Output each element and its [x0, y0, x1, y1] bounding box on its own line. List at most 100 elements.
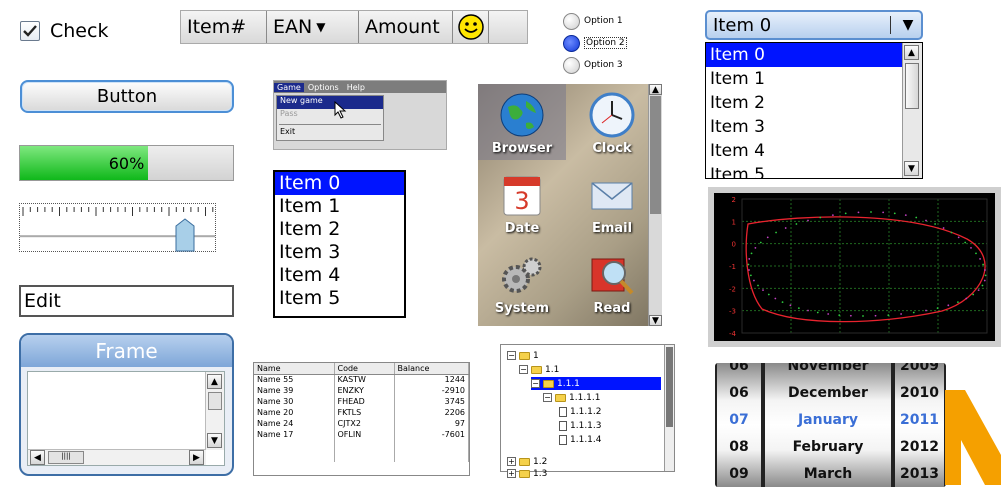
- tree-node[interactable]: 1.1.1.4: [559, 433, 602, 446]
- tree-node[interactable]: − 1.1: [519, 363, 559, 376]
- icon-clock[interactable]: Clock: [568, 84, 656, 160]
- tree-node[interactable]: 1.1.1.3: [559, 419, 602, 432]
- menu-help[interactable]: Help: [343, 83, 369, 92]
- year-option[interactable]: 2012: [895, 433, 944, 460]
- table-row[interactable]: Name 24 CJTX2 97: [254, 418, 469, 429]
- scrollbar-thumb[interactable]: ||||: [48, 451, 84, 464]
- scrollbar-thumb[interactable]: [905, 63, 919, 109]
- radio-option-1[interactable]: Option 1: [563, 10, 627, 32]
- year-wheel[interactable]: 2009 2010 2011 2012 2013: [895, 363, 944, 487]
- list-item[interactable]: Item 3: [275, 241, 404, 264]
- scrollbar-thumb[interactable]: [208, 392, 222, 410]
- tree-node[interactable]: −1: [507, 349, 539, 362]
- scroll-up-icon[interactable]: ▲: [207, 374, 222, 389]
- table-row[interactable]: Name 55 KASTW 1244: [254, 374, 469, 385]
- chevron-down-icon[interactable]: ▼: [895, 17, 921, 33]
- day-wheel[interactable]: 06 06 07 08 09: [717, 363, 761, 487]
- combo-box[interactable]: Item 0 ▼: [705, 10, 923, 40]
- collapse-icon[interactable]: −: [507, 351, 516, 360]
- month-option[interactable]: December: [765, 380, 891, 407]
- header-amount[interactable]: Amount: [359, 11, 453, 43]
- expand-icon[interactable]: +: [507, 469, 516, 478]
- radio-option-3[interactable]: Option 3: [563, 54, 627, 76]
- vertical-scrollbar[interactable]: [664, 345, 674, 471]
- listbox[interactable]: Item 0 Item 1 Item 2 Item 3 Item 4 Item …: [273, 170, 406, 318]
- day-option[interactable]: 08: [717, 433, 761, 460]
- year-option[interactable]: 2011: [895, 407, 944, 434]
- tree-node[interactable]: − 1.1.1: [531, 377, 661, 390]
- collapse-icon[interactable]: −: [531, 379, 540, 388]
- menu-item-pass[interactable]: Pass: [277, 109, 383, 122]
- collapse-icon[interactable]: −: [543, 393, 552, 402]
- scroll-down-icon[interactable]: ▼: [649, 315, 662, 326]
- list-item[interactable]: Item 0: [275, 172, 404, 195]
- list-item[interactable]: Item 2: [275, 218, 404, 241]
- tree-node[interactable]: +1.3: [507, 467, 547, 480]
- combo-option[interactable]: Item 5: [706, 163, 922, 178]
- radio-circle[interactable]: [563, 56, 580, 74]
- table-row[interactable]: Name 20 FKTLS 2206: [254, 407, 469, 418]
- slider-thumb[interactable]: [175, 218, 195, 252]
- table-header-balance[interactable]: Balance: [394, 363, 469, 375]
- table-row[interactable]: Name 39 ENZKY -2910: [254, 385, 469, 396]
- table-header-code[interactable]: Code: [334, 363, 395, 375]
- day-option[interactable]: 06: [717, 380, 761, 407]
- menu-item-new-game[interactable]: New game: [277, 96, 383, 109]
- month-option[interactable]: November: [765, 363, 891, 380]
- scrollbar-thumb[interactable]: [666, 347, 673, 427]
- horizontal-scrollbar[interactable]: ◀ |||| ▶: [28, 449, 206, 465]
- checkbox-box[interactable]: [20, 21, 40, 41]
- year-option[interactable]: 2013: [895, 460, 944, 487]
- month-option[interactable]: March: [765, 460, 891, 487]
- header-smiley[interactable]: [453, 11, 489, 43]
- scroll-left-icon[interactable]: ◀: [30, 450, 45, 465]
- month-wheel[interactable]: November December January February March: [765, 363, 891, 487]
- slider[interactable]: [19, 203, 216, 252]
- combo-option[interactable]: Item 4: [706, 139, 922, 163]
- combo-option[interactable]: Item 0: [706, 43, 922, 67]
- menu-item-exit[interactable]: Exit: [277, 127, 383, 140]
- scroll-up-icon[interactable]: ▲: [904, 45, 919, 60]
- combo-option[interactable]: Item 1: [706, 67, 922, 91]
- year-option[interactable]: 2009: [895, 363, 944, 380]
- year-option[interactable]: 2010: [895, 380, 944, 407]
- scroll-right-icon[interactable]: ▶: [189, 450, 204, 465]
- check-checkbox[interactable]: Check: [20, 20, 108, 42]
- list-item[interactable]: Item 1: [275, 195, 404, 218]
- table-row[interactable]: Name 30 FHEAD 3745: [254, 396, 469, 407]
- expand-icon[interactable]: +: [507, 457, 516, 466]
- table-row[interactable]: Name 17 OFLIN -7601: [254, 429, 469, 440]
- day-option[interactable]: 09: [717, 460, 761, 487]
- scroll-down-icon[interactable]: ▼: [207, 433, 222, 448]
- scroll-down-icon[interactable]: ▼: [904, 161, 919, 176]
- menu-game[interactable]: Game: [274, 82, 304, 92]
- icon-email[interactable]: Email: [568, 164, 656, 240]
- month-option[interactable]: February: [765, 433, 891, 460]
- tree-node[interactable]: 1.1.1.2: [559, 405, 602, 418]
- list-item[interactable]: Item 4: [275, 264, 404, 287]
- radio-option-2[interactable]: Option 2: [563, 32, 627, 54]
- scroll-up-icon[interactable]: ▲: [649, 84, 662, 95]
- icon-browser[interactable]: Browser: [478, 84, 566, 160]
- radio-circle[interactable]: [563, 12, 580, 30]
- list-item[interactable]: Item 5: [275, 287, 404, 310]
- day-option[interactable]: 06: [717, 363, 761, 380]
- frame-content[interactable]: ▲ ▼ ◀ |||| ▶: [27, 371, 225, 466]
- header-ean[interactable]: EAN ▼: [267, 11, 359, 43]
- vertical-scrollbar[interactable]: ▲ ▼: [648, 84, 662, 326]
- month-option[interactable]: January: [765, 407, 891, 434]
- icon-read[interactable]: Read: [568, 244, 656, 320]
- icon-system[interactable]: System: [478, 244, 566, 320]
- scrollbar-thumb[interactable]: [650, 96, 661, 214]
- vertical-scrollbar[interactable]: ▲ ▼: [902, 43, 922, 178]
- radio-circle-selected[interactable]: [563, 34, 580, 52]
- menu-options[interactable]: Options: [304, 83, 343, 92]
- combo-option[interactable]: Item 2: [706, 91, 922, 115]
- edit-field[interactable]: Edit: [19, 285, 234, 317]
- combo-option[interactable]: Item 3: [706, 115, 922, 139]
- vertical-scrollbar[interactable]: ▲ ▼: [205, 372, 224, 450]
- button[interactable]: Button: [20, 80, 234, 113]
- icon-date[interactable]: 3 Date: [478, 164, 566, 240]
- table-header-name[interactable]: Name: [254, 363, 335, 375]
- collapse-icon[interactable]: −: [519, 365, 528, 374]
